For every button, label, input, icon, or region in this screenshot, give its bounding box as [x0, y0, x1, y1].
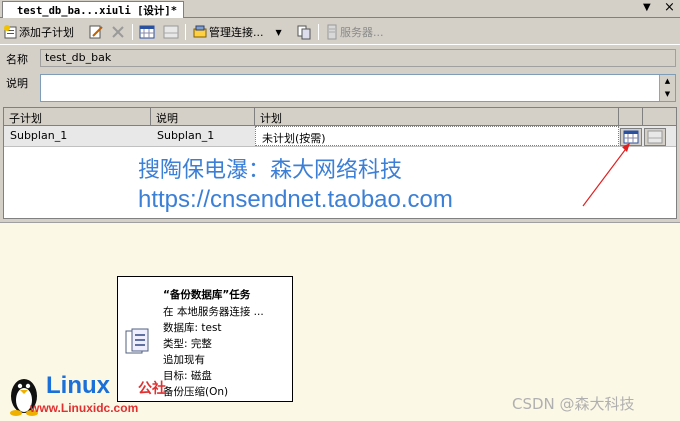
tab-maintenance-plan[interactable]: test_db_ba...xiuli [设计]*: [2, 1, 185, 18]
connection-icon: [192, 24, 208, 40]
close-icon[interactable]: ×: [664, 0, 675, 15]
csdn-watermark: CSDN @森大科技: [512, 395, 635, 413]
table-row[interactable]: Subplan_1 Subplan_1 未计划(按需): [4, 126, 676, 147]
task-append: 追加现有: [163, 354, 205, 366]
delete-icon: [110, 24, 126, 40]
watermark-shop-name: 搜陶保电瀑：森大网络科技: [138, 158, 403, 183]
task-title: “备份数据库”任务: [163, 289, 251, 301]
name-field[interactable]: test_db_bak: [40, 49, 676, 67]
column-header-schedule[interactable]: 计划: [255, 108, 619, 126]
edit-properties-icon: [88, 24, 104, 40]
calendar-disabled-icon: [163, 24, 179, 40]
description-scrollbar[interactable]: ▲ ▼: [659, 75, 675, 101]
schedule-button[interactable]: [139, 23, 155, 41]
delete-subplan-button[interactable]: [110, 23, 126, 41]
copy-icon: [296, 24, 312, 40]
column-header-blank: [643, 108, 676, 126]
add-subplan-icon: [3, 24, 19, 40]
linux-logo: Linux 公社 www.Linuxidc.com: [2, 372, 182, 420]
task-type: 类型: 完整: [163, 338, 212, 350]
calendar-disabled-icon: [647, 130, 663, 144]
copy-button[interactable]: [296, 23, 312, 41]
name-label: 名称: [6, 53, 28, 66]
scroll-down-icon[interactable]: ▼: [660, 88, 675, 101]
task-icon: [124, 327, 150, 360]
toolbar-separator: [132, 24, 133, 40]
watermark-shop-url: https://cnsendnet.taobao.com: [138, 186, 453, 213]
description-label: 说明: [6, 77, 28, 90]
linux-brand: Linux: [46, 372, 110, 399]
annotation-arrow: [582, 143, 630, 207]
task-database: 数据库: test: [163, 322, 222, 334]
linux-url: www.Linuxidc.com: [30, 401, 139, 415]
remove-schedule-button[interactable]: [163, 23, 179, 41]
scroll-up-icon[interactable]: ▲: [660, 75, 675, 88]
toolbar-separator: [185, 24, 186, 40]
column-header-description[interactable]: 说明: [151, 108, 255, 126]
tab-list-icon[interactable]: ▼: [643, 2, 651, 13]
servers-button[interactable]: 服务器...: [324, 23, 384, 41]
calendar-icon: [139, 24, 155, 40]
clear-schedule-button[interactable]: [644, 128, 666, 146]
toolbar-separator: [318, 24, 319, 40]
description-field[interactable]: ▲ ▼: [40, 74, 676, 102]
row-schedule: 未计划(按需): [255, 126, 619, 146]
manage-connections-button[interactable]: 管理连接... ▼: [192, 23, 282, 41]
row-description: Subplan_1: [157, 129, 215, 142]
column-header-blank: [619, 108, 643, 126]
edit-subplan-button[interactable]: [88, 23, 104, 41]
dropdown-arrow-icon[interactable]: ▼: [276, 28, 282, 37]
add-subplan-button[interactable]: 添加子计划: [3, 23, 74, 41]
toolbar: 添加子计划 管理连接... ▼ 服务器...: [0, 19, 680, 45]
column-header-subplan[interactable]: 子计划: [4, 108, 151, 126]
document-tabstrip: test_db_ba...xiuli [设计]* ▼ ×: [0, 0, 680, 18]
linux-brand-cn: 公社: [138, 381, 166, 397]
server-icon: [324, 24, 340, 40]
task-connection: 在 本地服务器连接 ...: [163, 306, 264, 318]
row-subplan: Subplan_1: [10, 129, 68, 142]
